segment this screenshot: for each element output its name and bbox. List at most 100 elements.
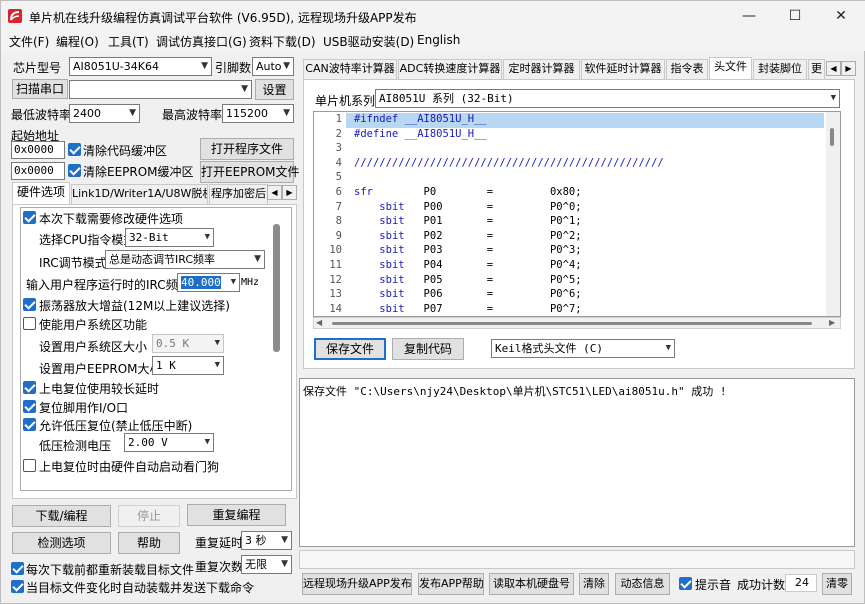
chevron-down-icon: ▼ (230, 277, 236, 287)
long-reset-delay-checkbox[interactable] (23, 381, 36, 394)
maximize-button[interactable]: ☐ (772, 1, 818, 31)
irc-mode-select[interactable]: 总是动态调节IRC频率 ▼ (105, 250, 265, 269)
header-format-select[interactable]: Keil格式头文件 (C) ▼ (491, 339, 675, 358)
remote-upgrade-button[interactable]: 远程现场升级APP发布 (302, 573, 412, 595)
tab-more[interactable]: 更 (808, 59, 825, 79)
download-program-button[interactable]: 下载/编程 (12, 505, 111, 527)
clear-code-label: 清除代码缓冲区 (83, 144, 168, 158)
chevron-down-icon: ▼ (281, 535, 288, 545)
clear-log-button[interactable]: 清除 (579, 573, 609, 595)
open-program-file-button[interactable]: 打开程序文件 (200, 138, 294, 160)
low-voltage-reset-checkbox[interactable] (23, 418, 36, 431)
menu-debug[interactable]: 调试仿真接口(G) (156, 33, 247, 50)
osc-gain-checkbox[interactable] (23, 298, 36, 311)
menu-file[interactable]: 文件(F) (9, 33, 49, 50)
chevron-down-icon: ▼ (204, 232, 210, 242)
save-file-button[interactable]: 保存文件 (314, 338, 386, 360)
menu-downloads[interactable]: 资料下载(D) (249, 33, 316, 50)
menu-tools[interactable]: 工具(T) (108, 33, 149, 50)
menu-usb-driver[interactable]: USB驱动安装(D) (323, 33, 414, 50)
scan-port-button[interactable]: 扫描串口 (12, 79, 68, 99)
code-start-address-input[interactable]: 0x0000 (11, 141, 65, 159)
scroll-left-icon[interactable]: ◀ (316, 318, 322, 327)
keyword: sbit (379, 302, 405, 315)
tab-adc-speed[interactable]: ADC转换速度计算器 (398, 59, 502, 79)
stop-button[interactable]: 停止 (118, 505, 180, 527)
log-output[interactable]: 保存文件 "C:\Users\njy24\Desktop\单片机\STC51\L… (299, 378, 855, 547)
log-line: 保存文件 "C:\Users\njy24\Desktop\单片机\STC51\L… (303, 385, 727, 398)
dynamic-info-button[interactable]: 动态信息 (615, 573, 670, 595)
copy-code-button[interactable]: 复制代码 (392, 338, 464, 360)
chevron-down-icon: ▼ (283, 61, 290, 71)
clear-code-checkbox[interactable] (68, 143, 81, 156)
tab-timer-calc[interactable]: 定时器计算器 (503, 59, 580, 79)
code-line: 9 sbit P02 = P0^2; (314, 230, 824, 245)
app-publish-help-button[interactable]: 发布APP帮助 (418, 573, 484, 595)
tab-can-baud[interactable]: CAN波特率计算器 (303, 59, 397, 79)
code-editor[interactable]: 1 #ifndef __AI8051U_H__ 2 #define __AI8051U… (313, 111, 841, 317)
repeat-count-select[interactable]: 无限 ▼ (241, 555, 292, 574)
close-button[interactable]: ✕ (818, 1, 864, 31)
code-text: sbit P00 = P0^0; (379, 200, 582, 213)
lvd-voltage-select[interactable]: 2.00 V ▼ (124, 433, 214, 452)
clear-eeprom-checkbox[interactable] (68, 164, 81, 177)
user-system-area-checkbox[interactable] (23, 317, 36, 330)
series-select[interactable]: AI8051U 系列 (32-Bit) ▼ (375, 89, 840, 108)
eeprom-size-select[interactable]: 1 K ▼ (152, 356, 224, 375)
tab-offline-writer[interactable]: Link1D/Writer1A/U8W脱机 (71, 184, 208, 204)
serial-port-select[interactable]: ▼ (69, 80, 252, 99)
reset-count-button[interactable]: 清零 (822, 573, 852, 595)
code-scrollbar[interactable] (826, 112, 840, 316)
options-scrollbar[interactable] (273, 224, 280, 352)
scroll-right-icon[interactable]: ▶ (829, 318, 835, 327)
irc-freq-input[interactable]: 40.000 ▼ (177, 273, 240, 292)
code-text: sbit P02 = P0^2; (379, 229, 582, 242)
repeat-program-button[interactable]: 重复编程 (187, 504, 286, 526)
chevron-down-icon: ▼ (283, 108, 290, 118)
chip-model-select[interactable]: AI8051U-34K64 ▼ (69, 57, 212, 76)
line-number: 7 (335, 200, 342, 213)
help-button[interactable]: 帮助 (118, 532, 180, 554)
reload-before-download-label: 每次下载前都重新装载目标文件 (26, 563, 195, 577)
menu-english[interactable]: English (417, 33, 460, 47)
menu-program[interactable]: 编程(O) (56, 33, 99, 50)
tab-package-pins[interactable]: 封装脚位 (753, 59, 807, 79)
tab-hardware-options[interactable]: 硬件选项 (12, 182, 70, 204)
watchdog-checkbox[interactable] (23, 459, 36, 472)
tab-encryption[interactable]: 程序加密后 (209, 184, 268, 204)
open-eeprom-file-button[interactable]: 打开EEPROM文件 (200, 161, 300, 183)
eeprom-start-address-input[interactable]: 0x0000 (11, 162, 65, 180)
irc-freq-label: 输入用户程序运行时的IRC频率 (26, 278, 190, 292)
tab-scroll-right-icon[interactable]: ▶ (841, 61, 856, 76)
repeat-delay-select[interactable]: 3 秒 ▼ (241, 531, 292, 550)
code-scrollbar-thumb[interactable] (830, 128, 834, 146)
line-number: 11 (329, 259, 342, 271)
line-number: 6 (335, 186, 342, 198)
status-strip (299, 550, 855, 569)
tab-scroll-left-icon[interactable]: ◀ (267, 185, 282, 200)
tab-instruction-table[interactable]: 指令表 (666, 59, 708, 79)
reset-pin-io-checkbox[interactable] (23, 400, 36, 413)
tab-delay-calc[interactable]: 软件延时计算器 (581, 59, 665, 79)
line-number: 3 (335, 142, 342, 155)
min-baud-select[interactable]: 2400 ▼ (69, 104, 140, 123)
cpu-mode-select[interactable]: 32-Bit ▼ (125, 228, 214, 247)
max-baud-select[interactable]: 115200 ▼ (222, 104, 294, 123)
settings-button[interactable]: 设置 (255, 79, 294, 100)
code-h-scrollbar-thumb[interactable] (332, 322, 812, 325)
read-disk-id-button[interactable]: 读取本机硬盘号 (489, 573, 574, 595)
check-options-button[interactable]: 检测选项 (12, 532, 111, 554)
reset-pin-io-label: 复位脚用作I/O口 (39, 401, 129, 415)
system-area-size-select[interactable]: 0.5 K ▼ (152, 334, 224, 353)
modify-hw-checkbox[interactable] (23, 211, 36, 224)
chip-model-label: 芯片型号 (13, 61, 62, 75)
reload-before-download-checkbox[interactable] (11, 562, 24, 575)
tab-scroll-right-icon[interactable]: ▶ (282, 185, 297, 200)
tab-scroll-left-icon[interactable]: ◀ (826, 61, 841, 76)
code-h-scrollbar[interactable]: ◀ ▶ (313, 317, 841, 329)
sound-checkbox[interactable] (679, 577, 692, 590)
auto-send-checkbox[interactable] (11, 580, 24, 593)
tab-header-file[interactable]: 头文件 (709, 57, 752, 79)
minimize-button[interactable]: — (726, 1, 772, 31)
pin-count-select[interactable]: Auto ▼ (252, 57, 294, 76)
